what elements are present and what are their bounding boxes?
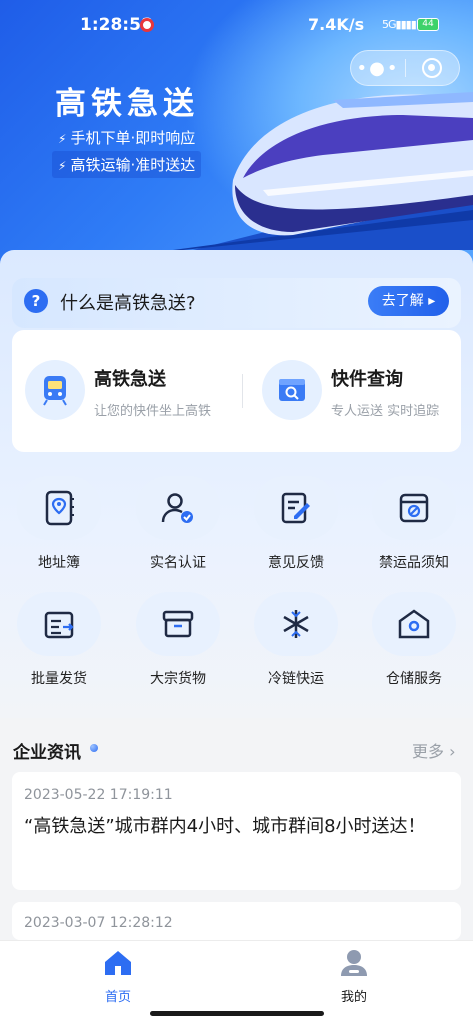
grid-label: 实名认证 — [150, 555, 206, 571]
home-indicator — [150, 1011, 324, 1016]
more-dots-icon[interactable]: •●• — [351, 50, 405, 86]
grid-label: 仓储服务 — [386, 671, 442, 687]
news-title: 企业资讯 — [13, 743, 81, 763]
bolt-icon: ⚡ — [58, 132, 67, 146]
home-icon — [105, 951, 131, 975]
learn-more-button[interactable]: 去了解 ▸ — [368, 286, 449, 316]
learn-more-label: 去了解 — [381, 293, 424, 309]
news-date: 2023-05-22 17:19:11 — [24, 787, 173, 803]
hero-subtitle-1-text: 手机下单·即时响应 — [70, 129, 196, 147]
grid-label: 大宗货物 — [150, 671, 206, 687]
grid-item-verification[interactable]: 实名认证 — [128, 476, 228, 572]
feedback-edit-icon — [254, 476, 338, 540]
bulk-cargo-icon — [136, 592, 220, 656]
hero-title: 高铁急送 — [55, 86, 199, 122]
target-close-icon[interactable] — [406, 50, 459, 86]
grid-item-cold-chain[interactable]: 冷链快运 — [246, 592, 346, 688]
tab-mine[interactable]: 我的 — [314, 948, 394, 1005]
news-title-dot — [90, 744, 98, 752]
user-icon — [341, 950, 367, 976]
hero-subtitle-1: ⚡ 手机下单·即时响应 — [52, 124, 201, 151]
service-desc-tracking: 专人运送 实时追踪 — [331, 404, 440, 419]
hero-subtitle-2: ⚡ 高铁运输·准时送达 — [52, 151, 202, 178]
service-divider — [242, 374, 243, 408]
hero-subtitle-2-text: 高铁运输·准时送达 — [70, 156, 196, 174]
grid-item-batch-ship[interactable]: 批量发货 — [9, 592, 109, 688]
chevron-right-icon: › — [449, 742, 456, 761]
address-book-icon — [17, 476, 101, 540]
network-speed: 7.4K/s — [308, 15, 365, 34]
battery-icon: 44 — [417, 18, 439, 31]
grid-label: 批量发货 — [31, 671, 87, 687]
recording-icon — [140, 18, 154, 32]
train-illustration — [173, 92, 473, 250]
grid-item-prohibited[interactable]: 禁运品须知 — [364, 476, 464, 572]
news-date: 2023-03-07 12:28:12 — [24, 915, 173, 931]
train-icon[interactable] — [25, 360, 85, 420]
news-item[interactable]: 2023-05-22 17:19:11 “高铁急送”城市群内4小时、城市群间8小… — [12, 772, 461, 890]
news-more-link[interactable]: 更多 › — [412, 738, 456, 762]
battery-level: 44 — [422, 19, 434, 29]
news-more-label: 更多 — [412, 742, 445, 761]
question-icon: ? — [24, 289, 48, 313]
service-title-express[interactable]: 高铁急送 — [94, 365, 166, 391]
service-desc-express: 让您的快件坐上高铁 — [94, 404, 212, 419]
snowflake-icon — [254, 592, 338, 656]
grid-label: 地址簿 — [38, 555, 80, 571]
grid-item-feedback[interactable]: 意见反馈 — [246, 476, 346, 572]
status-bar: 1:28:58 7.4K/s 5G▮▮▮▮ 44 — [0, 0, 473, 50]
bolt-icon: ⚡ — [58, 159, 67, 173]
tab-home[interactable]: 首页 — [78, 948, 158, 1005]
grid-item-bulk-cargo[interactable]: 大宗货物 — [128, 592, 228, 688]
batch-ship-icon — [17, 592, 101, 656]
warehouse-icon — [372, 592, 456, 656]
signal-label: 5G — [382, 18, 396, 31]
miniprogram-capsule: •●• — [350, 50, 460, 86]
tab-label: 我的 — [340, 990, 367, 1005]
grid-label: 禁运品须知 — [379, 555, 449, 571]
service-title-tracking[interactable]: 快件查询 — [331, 365, 403, 391]
prohibited-box-icon — [372, 476, 456, 540]
signal-icon: 5G▮▮▮▮ — [382, 18, 417, 31]
grid-item-address-book[interactable]: 地址簿 — [9, 476, 109, 572]
search-box-icon[interactable] — [262, 360, 322, 420]
news-headline: “高铁急送”城市群内4小时、城市群间8小时送达！ — [24, 816, 426, 837]
news-item[interactable]: 2023-03-07 12:28:12 — [12, 902, 461, 940]
verified-user-icon — [136, 476, 220, 540]
tab-label: 首页 — [104, 990, 131, 1005]
grid-label: 冷链快运 — [268, 671, 324, 687]
grid-label: 意见反馈 — [268, 555, 324, 571]
grid-item-warehouse[interactable]: 仓储服务 — [364, 592, 464, 688]
intro-banner-text: 什么是高铁急送? — [60, 293, 196, 314]
